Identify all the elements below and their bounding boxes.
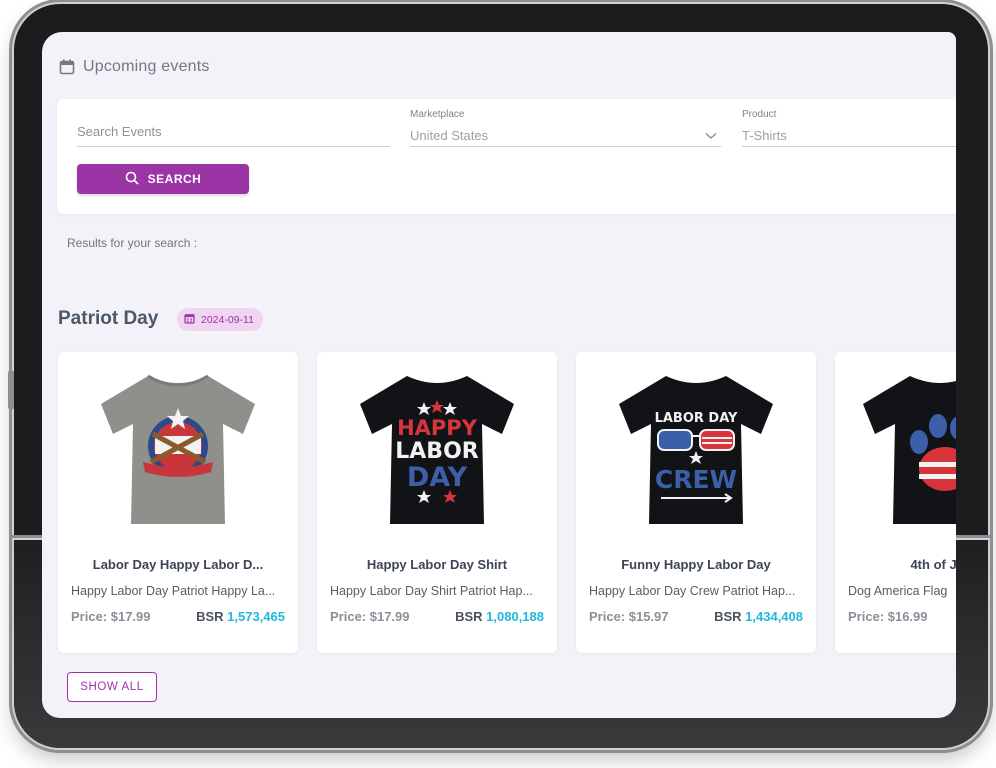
marketplace-value: United States [410,128,489,143]
product-name: 4th of July Am [910,557,956,572]
product-price: Price: $17.99 [330,609,410,624]
search-events-placeholder: Search Events [77,124,162,139]
app-screen: Upcoming events Search Events Marketplac… [42,32,956,718]
print-line-2: LABOR [395,439,479,464]
calendar-icon [59,59,75,75]
print-line-1: HAPPY [397,416,478,440]
product-price: Price: $16.99 [848,609,928,624]
product-bsr: BSR 1,434,408 [714,609,803,624]
product-image [855,364,956,534]
product-description: Dog America Flag [848,584,948,598]
product-card[interactable]: LABOR DAY CREW Funny Happy Labor Day Hap… [576,352,816,653]
bsr-label: BSR [714,609,742,624]
tshirt-shape [619,376,773,524]
product-value: T-Shirts [742,128,787,143]
bsr-label: BSR [196,609,224,624]
search-button-label: SEARCH [147,172,202,186]
product-image: LABOR DAY CREW [596,364,796,534]
product-name: Funny Happy Labor Day [621,557,771,572]
product-label: Product [742,109,777,120]
calendar-icon [184,313,195,327]
product-description: Happy Labor Day Patriot Happy La... [71,584,276,598]
results-label: Results for your search : [67,236,198,250]
show-all-button[interactable]: SHOW ALL [67,672,157,702]
event-date-badge: 2024-09-11 [177,308,263,331]
search-button[interactable]: SEARCH [77,164,249,194]
print-line-1: LABOR DAY [655,411,738,426]
search-panel: Search Events Marketplace United States … [57,99,956,214]
product-bsr: BSR 1,080,188 [455,609,544,624]
bsr-value: 1,080,188 [486,609,544,624]
search-events-input[interactable]: Search Events [77,114,390,147]
product-price: Price: $17.99 [71,609,151,624]
event-title: Patriot Day [58,308,159,329]
product-card[interactable]: HAPPY LABOR DAY Happy Labor Day Shirt Ha… [317,352,557,653]
product-bsr: BSR 1,573,465 [196,609,285,624]
search-icon [125,171,139,188]
product-description: Happy Labor Day Shirt Patriot Hap... [330,584,533,598]
product-card[interactable]: 4th of July Am Dog America Flag Price: $… [835,352,956,653]
bsr-label: BSR [455,609,483,624]
marketplace-label: Marketplace [410,109,465,120]
page-title: Upcoming events [83,58,210,75]
print-line-3: DAY [407,462,468,493]
marketplace-select[interactable]: Marketplace United States [410,109,721,147]
bsr-value: 1,434,408 [745,609,803,624]
product-description: Happy Labor Day Crew Patriot Hap... [589,584,796,598]
product-price: Price: $15.97 [589,609,669,624]
chevron-down-icon [705,127,717,145]
print-line-2: CREW [655,465,737,494]
product-image: HAPPY LABOR DAY [337,364,537,534]
product-image [78,364,278,534]
product-select[interactable]: Product T-Shirts [742,109,956,147]
product-name: Happy Labor Day Shirt [366,557,508,572]
page-header: Upcoming events [59,58,210,76]
bsr-value: 1,573,465 [227,609,285,624]
product-card[interactable]: Labor Day Happy Labor D... Happy Labor D… [58,352,298,653]
event-date: 2024-09-11 [201,313,254,326]
product-name: Labor Day Happy Labor D... [92,557,264,572]
volume-button [8,370,14,410]
